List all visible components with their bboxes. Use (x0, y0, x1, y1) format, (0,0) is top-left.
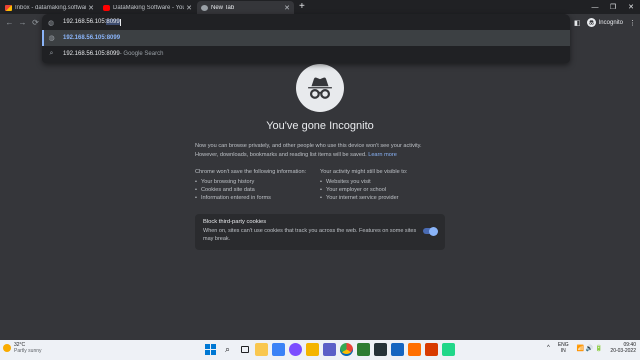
list-item: Your employer or school (320, 186, 445, 194)
wont-save-column: Chrome won't save the following informat… (195, 169, 320, 202)
windows-taskbar: 32°C Partly sunny ⌕ ^ ENG IN 📶 🔊 🔋 09:40… (0, 340, 640, 360)
list-item: Information entered in forms (195, 194, 320, 202)
block-cookies-toggle[interactable] (423, 226, 438, 236)
learn-more-link[interactable]: Learn more (368, 152, 397, 158)
incognito-intro: Now you can browse privately, and other … (195, 142, 445, 159)
address-bar[interactable]: ◍ 192.168.56.105: 8099 (42, 14, 570, 30)
search-icon: ⌕ (49, 50, 54, 57)
page-title: You've gone Incognito (266, 120, 374, 132)
close-tab-icon[interactable]: ✕ (186, 4, 192, 12)
address-typed-text: 192.168.56.105: (63, 19, 107, 25)
cookies-description: When on, sites can't use cookies that tr… (203, 228, 417, 242)
teams-icon[interactable] (323, 343, 336, 356)
task-view-icon[interactable] (238, 343, 251, 356)
folder-icon[interactable] (306, 343, 319, 356)
omnibox-dropdown: ◍ 192.168.56.105: 8099 ◍ 192.168.56.105:8… (42, 14, 570, 63)
maximize-button[interactable]: ❐ (604, 0, 622, 14)
incognito-profile-button[interactable]: Incognito (586, 18, 623, 27)
tab-youtube[interactable]: DataMaking Software - YouTube ✕ (99, 1, 196, 14)
start-button[interactable] (204, 343, 217, 356)
sun-icon (3, 344, 11, 352)
store-icon[interactable] (272, 343, 285, 356)
incognito-hero-icon (296, 64, 344, 112)
toolbar-right: ◧ Incognito ⋮ (568, 16, 636, 29)
globe-icon: ◍ (48, 35, 55, 42)
list-item: Websites you visit (320, 178, 445, 186)
chevron-up-icon[interactable]: ^ (547, 345, 550, 351)
tab-new-tab[interactable]: New Tab ✕ (197, 1, 294, 14)
incognito-icon (201, 4, 208, 11)
suggestion-item[interactable]: ⌕ 192.168.56.105:8099 - Google Search (42, 46, 570, 62)
toggle-knob (429, 226, 438, 236)
back-button[interactable]: ← (3, 18, 16, 27)
office-icon[interactable] (425, 343, 438, 356)
cookies-title: Block third-party cookies (203, 219, 267, 225)
incognito-icon (586, 18, 596, 27)
window-controls: — ❐ ✕ (586, 0, 640, 14)
pycharm-icon[interactable] (442, 343, 455, 356)
incognito-small-icon: ◍ (48, 19, 55, 27)
still-visible-title: Your activity might still be visible to: (320, 169, 408, 175)
tab-label: Inbox - datamaking.software@gmail.com (15, 4, 86, 11)
info-columns: Chrome won't save the following informat… (195, 169, 445, 202)
close-tab-icon[interactable]: ✕ (88, 4, 94, 12)
menu-icon[interactable]: ⋮ (629, 19, 636, 27)
list-item: Your browsing history (195, 178, 320, 186)
tab-strip: Inbox - datamaking.software@gmail.com ✕ … (0, 0, 640, 14)
region-code: IN (560, 348, 566, 354)
tab-gmail[interactable]: Inbox - datamaking.software@gmail.com ✕ (1, 1, 98, 14)
weather-widget[interactable]: 32°C Partly sunny (3, 342, 42, 354)
minimize-button[interactable]: — (586, 0, 604, 14)
reload-button[interactable]: ⟳ (29, 18, 42, 27)
text-caret (119, 18, 121, 26)
gmail-icon (5, 4, 12, 11)
wont-save-title: Chrome won't save the following informat… (195, 169, 307, 175)
suggestion-item[interactable]: ◍ 192.168.56.105:8099 (42, 30, 570, 46)
network-volume-battery-icons[interactable]: 📶 🔊 🔋 (577, 345, 603, 352)
still-visible-column: Your activity might still be visible to:… (320, 169, 445, 202)
taskbar-search-icon[interactable]: ⌕ (221, 343, 234, 356)
list-item: Cookies and site data (195, 186, 320, 194)
virtualbox-icon[interactable] (391, 343, 404, 356)
chrome-icon[interactable] (340, 343, 353, 356)
close-tab-icon[interactable]: ✕ (284, 4, 290, 12)
tab-label: DataMaking Software - YouTube (113, 4, 185, 11)
address-autocomplete-text: 8099 (106, 19, 120, 25)
side-panel-icon[interactable]: ◧ (574, 19, 581, 27)
taskbar-apps: ⌕ (204, 343, 459, 356)
new-tab-button[interactable]: + (299, 1, 305, 14)
tab-label: New Tab (211, 4, 235, 11)
youtube-icon (103, 4, 110, 11)
clock[interactable]: 09:40 20-03-2022 (610, 342, 636, 354)
system-tray: ^ ENG IN 📶 🔊 🔋 09:40 20-03-2022 (547, 342, 636, 354)
media-app-icon[interactable] (374, 343, 387, 356)
incognito-label: Incognito (598, 19, 623, 26)
file-explorer-icon[interactable] (255, 343, 268, 356)
forward-button[interactable]: → (16, 18, 29, 27)
date: 20-03-2022 (610, 348, 636, 354)
suggestion-text: 192.168.56.105:8099 (63, 51, 120, 57)
weather-text: 32°C Partly sunny (14, 342, 42, 354)
green-app-icon[interactable] (357, 343, 370, 356)
weather-condition: Partly sunny (14, 348, 42, 354)
suggestion-url: 192.168.56.105:8099 (63, 35, 121, 41)
suggestion-hint: - Google Search (119, 51, 164, 57)
orange-app-icon[interactable] (408, 343, 421, 356)
video-app-icon[interactable] (289, 343, 302, 356)
third-party-cookies-card: Block third-party cookies When on, sites… (195, 214, 445, 250)
list-item: Your internet service provider (320, 194, 445, 202)
language-indicator[interactable]: ENG IN (558, 342, 569, 354)
close-window-button[interactable]: ✕ (622, 0, 640, 14)
